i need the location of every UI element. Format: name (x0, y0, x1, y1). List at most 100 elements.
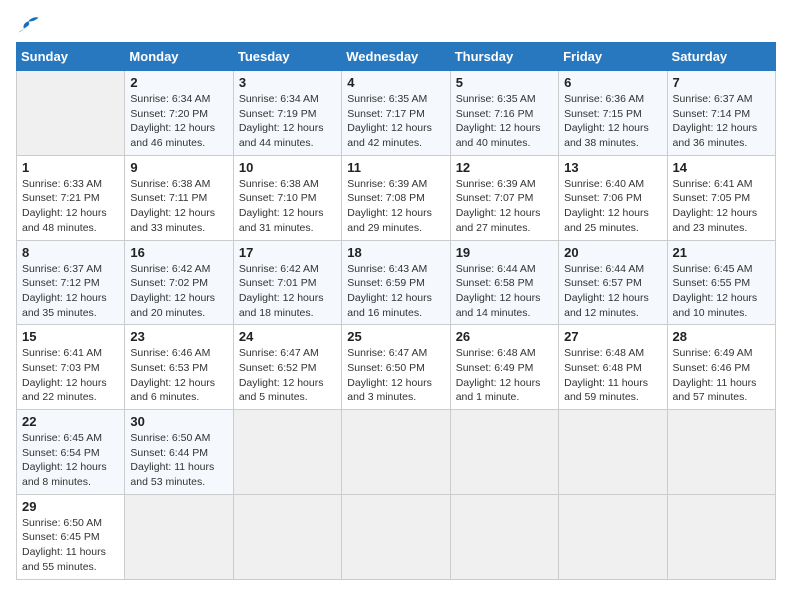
day-number: 15 (22, 329, 119, 344)
calendar-cell (233, 410, 341, 495)
day-info: Sunrise: 6:43 AMSunset: 6:59 PMDaylight:… (347, 262, 444, 321)
calendar-cell: 13 Sunrise: 6:40 AMSunset: 7:06 PMDaylig… (559, 155, 667, 240)
calendar-cell (342, 494, 450, 579)
day-number: 8 (22, 245, 119, 260)
day-number: 21 (673, 245, 770, 260)
calendar-cell: 26 Sunrise: 6:48 AMSunset: 6:49 PMDaylig… (450, 325, 558, 410)
calendar-cell (559, 410, 667, 495)
calendar-cell (450, 410, 558, 495)
day-number: 30 (130, 414, 227, 429)
day-info: Sunrise: 6:47 AMSunset: 6:50 PMDaylight:… (347, 346, 444, 405)
calendar-cell: 2 Sunrise: 6:34 AMSunset: 7:20 PMDayligh… (125, 71, 233, 156)
day-info: Sunrise: 6:37 AMSunset: 7:12 PMDaylight:… (22, 262, 119, 321)
calendar-table: SundayMondayTuesdayWednesdayThursdayFrid… (16, 42, 776, 580)
day-number: 6 (564, 75, 661, 90)
calendar-cell: 28 Sunrise: 6:49 AMSunset: 6:46 PMDaylig… (667, 325, 775, 410)
calendar-row-4: 22 Sunrise: 6:45 AMSunset: 6:54 PMDaylig… (17, 410, 776, 495)
day-number: 28 (673, 329, 770, 344)
weekday-header-thursday: Thursday (450, 43, 558, 71)
day-number: 18 (347, 245, 444, 260)
calendar-cell: 20 Sunrise: 6:44 AMSunset: 6:57 PMDaylig… (559, 240, 667, 325)
day-info: Sunrise: 6:40 AMSunset: 7:06 PMDaylight:… (564, 177, 661, 236)
day-info: Sunrise: 6:36 AMSunset: 7:15 PMDaylight:… (564, 92, 661, 151)
calendar-cell: 21 Sunrise: 6:45 AMSunset: 6:55 PMDaylig… (667, 240, 775, 325)
day-number: 17 (239, 245, 336, 260)
day-info: Sunrise: 6:34 AMSunset: 7:20 PMDaylight:… (130, 92, 227, 151)
logo-bird-icon (18, 16, 40, 34)
day-info: Sunrise: 6:37 AMSunset: 7:14 PMDaylight:… (673, 92, 770, 151)
day-info: Sunrise: 6:38 AMSunset: 7:10 PMDaylight:… (239, 177, 336, 236)
calendar-row-1: 1 Sunrise: 6:33 AMSunset: 7:21 PMDayligh… (17, 155, 776, 240)
calendar-cell: 15 Sunrise: 6:41 AMSunset: 7:03 PMDaylig… (17, 325, 125, 410)
day-info: Sunrise: 6:35 AMSunset: 7:17 PMDaylight:… (347, 92, 444, 151)
day-number: 1 (22, 160, 119, 175)
day-info: Sunrise: 6:49 AMSunset: 6:46 PMDaylight:… (673, 346, 770, 405)
day-info: Sunrise: 6:39 AMSunset: 7:08 PMDaylight:… (347, 177, 444, 236)
page-header (16, 16, 776, 34)
day-number: 9 (130, 160, 227, 175)
day-info: Sunrise: 6:46 AMSunset: 6:53 PMDaylight:… (130, 346, 227, 405)
calendar-cell: 14 Sunrise: 6:41 AMSunset: 7:05 PMDaylig… (667, 155, 775, 240)
weekday-header-saturday: Saturday (667, 43, 775, 71)
calendar-cell (559, 494, 667, 579)
calendar-cell (233, 494, 341, 579)
calendar-cell: 12 Sunrise: 6:39 AMSunset: 7:07 PMDaylig… (450, 155, 558, 240)
calendar-cell (125, 494, 233, 579)
day-info: Sunrise: 6:44 AMSunset: 6:58 PMDaylight:… (456, 262, 553, 321)
day-info: Sunrise: 6:39 AMSunset: 7:07 PMDaylight:… (456, 177, 553, 236)
day-info: Sunrise: 6:41 AMSunset: 7:03 PMDaylight:… (22, 346, 119, 405)
day-info: Sunrise: 6:45 AMSunset: 6:55 PMDaylight:… (673, 262, 770, 321)
calendar-cell: 22 Sunrise: 6:45 AMSunset: 6:54 PMDaylig… (17, 410, 125, 495)
day-info: Sunrise: 6:48 AMSunset: 6:49 PMDaylight:… (456, 346, 553, 405)
weekday-header-wednesday: Wednesday (342, 43, 450, 71)
day-number: 11 (347, 160, 444, 175)
day-number: 5 (456, 75, 553, 90)
calendar-cell (17, 71, 125, 156)
calendar-cell: 9 Sunrise: 6:38 AMSunset: 7:11 PMDayligh… (125, 155, 233, 240)
day-number: 16 (130, 245, 227, 260)
day-info: Sunrise: 6:35 AMSunset: 7:16 PMDaylight:… (456, 92, 553, 151)
day-info: Sunrise: 6:50 AMSunset: 6:44 PMDaylight:… (130, 431, 227, 490)
day-info: Sunrise: 6:50 AMSunset: 6:45 PMDaylight:… (22, 516, 119, 575)
calendar-cell: 19 Sunrise: 6:44 AMSunset: 6:58 PMDaylig… (450, 240, 558, 325)
day-info: Sunrise: 6:47 AMSunset: 6:52 PMDaylight:… (239, 346, 336, 405)
calendar-row-2: 8 Sunrise: 6:37 AMSunset: 7:12 PMDayligh… (17, 240, 776, 325)
day-info: Sunrise: 6:44 AMSunset: 6:57 PMDaylight:… (564, 262, 661, 321)
calendar-cell: 29 Sunrise: 6:50 AMSunset: 6:45 PMDaylig… (17, 494, 125, 579)
calendar-cell: 5 Sunrise: 6:35 AMSunset: 7:16 PMDayligh… (450, 71, 558, 156)
calendar-cell: 16 Sunrise: 6:42 AMSunset: 7:02 PMDaylig… (125, 240, 233, 325)
day-number: 22 (22, 414, 119, 429)
calendar-cell: 10 Sunrise: 6:38 AMSunset: 7:10 PMDaylig… (233, 155, 341, 240)
day-number: 29 (22, 499, 119, 514)
day-number: 4 (347, 75, 444, 90)
calendar-cell: 8 Sunrise: 6:37 AMSunset: 7:12 PMDayligh… (17, 240, 125, 325)
weekday-header-monday: Monday (125, 43, 233, 71)
logo (16, 16, 40, 34)
calendar-row-5: 29 Sunrise: 6:50 AMSunset: 6:45 PMDaylig… (17, 494, 776, 579)
day-number: 7 (673, 75, 770, 90)
day-number: 3 (239, 75, 336, 90)
day-info: Sunrise: 6:33 AMSunset: 7:21 PMDaylight:… (22, 177, 119, 236)
day-number: 20 (564, 245, 661, 260)
day-info: Sunrise: 6:42 AMSunset: 7:02 PMDaylight:… (130, 262, 227, 321)
day-number: 23 (130, 329, 227, 344)
calendar-cell (667, 410, 775, 495)
day-number: 14 (673, 160, 770, 175)
calendar-cell: 17 Sunrise: 6:42 AMSunset: 7:01 PMDaylig… (233, 240, 341, 325)
weekday-header-friday: Friday (559, 43, 667, 71)
calendar-cell: 18 Sunrise: 6:43 AMSunset: 6:59 PMDaylig… (342, 240, 450, 325)
day-info: Sunrise: 6:45 AMSunset: 6:54 PMDaylight:… (22, 431, 119, 490)
day-number: 24 (239, 329, 336, 344)
weekday-header-sunday: Sunday (17, 43, 125, 71)
calendar-cell: 3 Sunrise: 6:34 AMSunset: 7:19 PMDayligh… (233, 71, 341, 156)
calendar-cell: 1 Sunrise: 6:33 AMSunset: 7:21 PMDayligh… (17, 155, 125, 240)
day-number: 26 (456, 329, 553, 344)
calendar-cell: 23 Sunrise: 6:46 AMSunset: 6:53 PMDaylig… (125, 325, 233, 410)
calendar-cell: 6 Sunrise: 6:36 AMSunset: 7:15 PMDayligh… (559, 71, 667, 156)
calendar-row-3: 15 Sunrise: 6:41 AMSunset: 7:03 PMDaylig… (17, 325, 776, 410)
day-number: 12 (456, 160, 553, 175)
calendar-cell: 11 Sunrise: 6:39 AMSunset: 7:08 PMDaylig… (342, 155, 450, 240)
calendar-cell: 4 Sunrise: 6:35 AMSunset: 7:17 PMDayligh… (342, 71, 450, 156)
calendar-row-0: 2 Sunrise: 6:34 AMSunset: 7:20 PMDayligh… (17, 71, 776, 156)
calendar-cell: 24 Sunrise: 6:47 AMSunset: 6:52 PMDaylig… (233, 325, 341, 410)
